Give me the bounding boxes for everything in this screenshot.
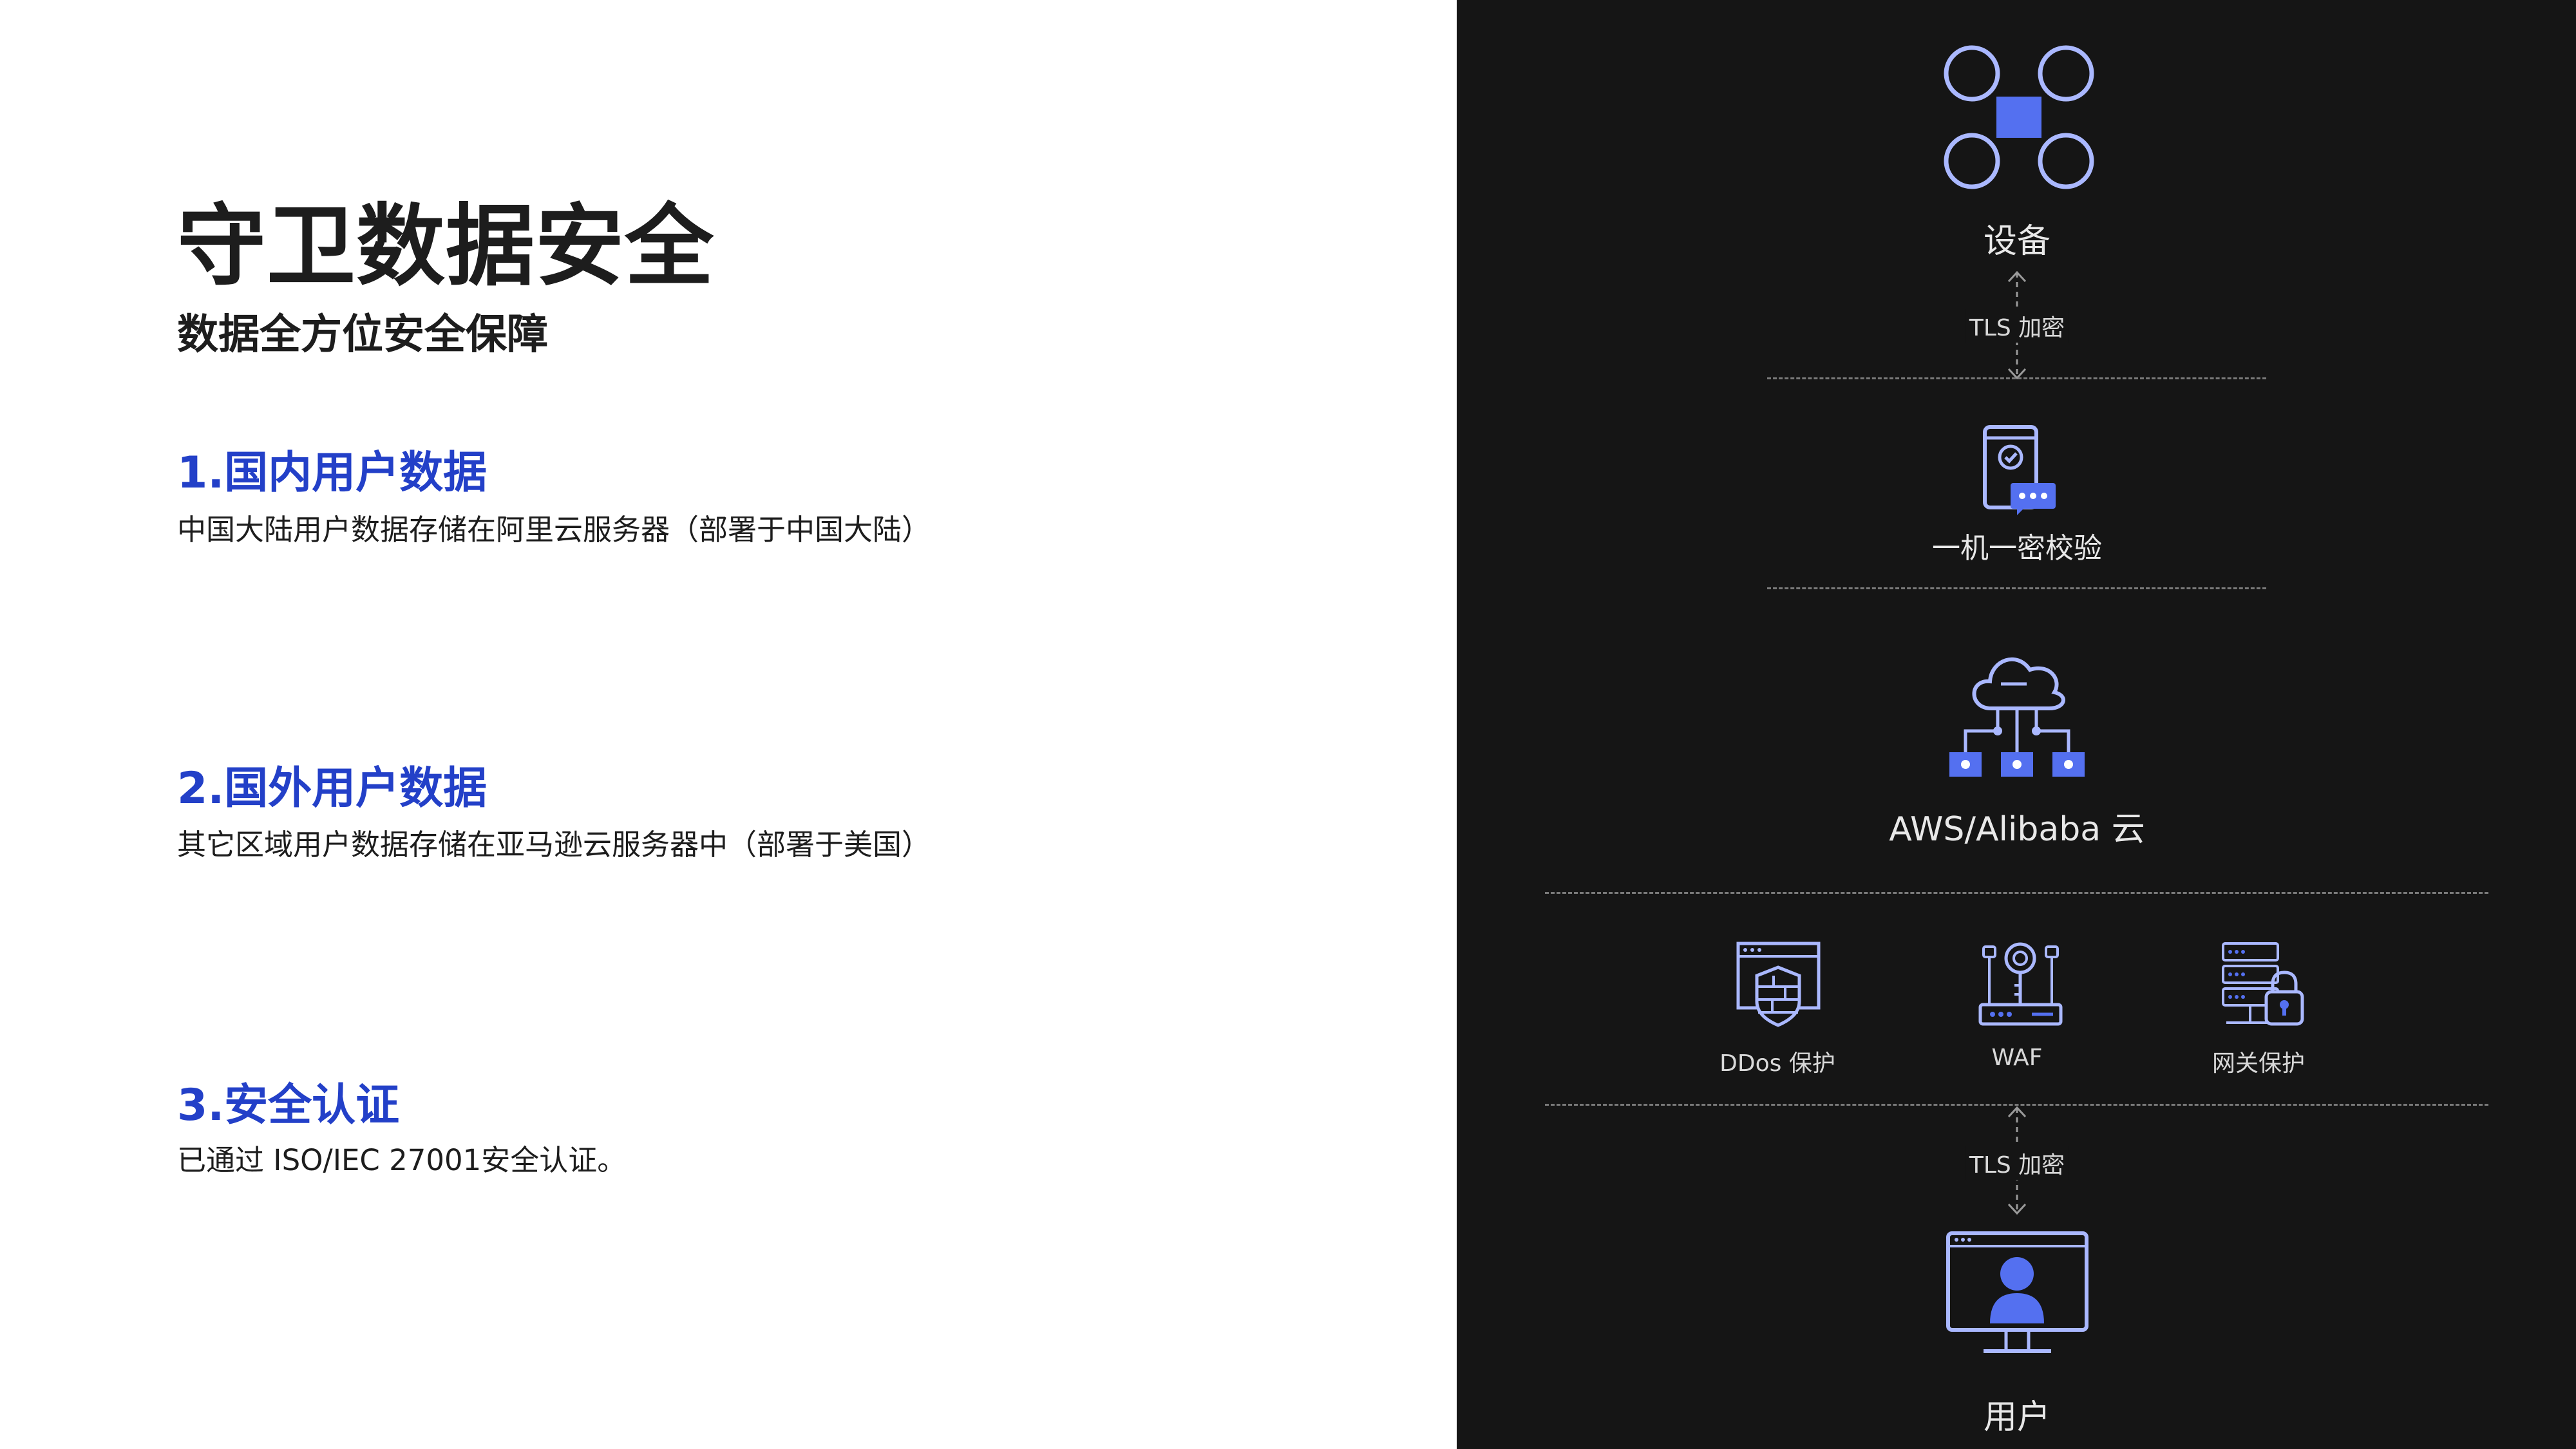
- user-monitor-icon: [1946, 1231, 2088, 1353]
- server-lock-icon: [2222, 942, 2304, 1026]
- protection-label-waf: WAF: [1991, 1045, 2043, 1071]
- protection-label-gateway: 网关保护: [2211, 1050, 2306, 1077]
- cloud-label: AWS/Alibaba 云: [1889, 810, 2145, 849]
- divider-line: [1545, 892, 2488, 894]
- phone-verify-icon: [1983, 425, 2056, 515]
- divider-line: [1767, 587, 2266, 589]
- tls-bottom-label: TLS 加密: [1965, 1146, 2069, 1180]
- protection-label-ddos: DDos 保护: [1719, 1050, 1835, 1077]
- divider-line: [1767, 377, 2266, 379]
- tls-top-label: TLS 加密: [1965, 309, 2069, 343]
- device-icon: [1944, 45, 2094, 189]
- section-overseas-body: 其它区域用户数据存储在亚马逊云服务器中（部署于美国）: [177, 828, 931, 862]
- firewall-shield-icon: [1736, 942, 1821, 1027]
- device-label: 设备: [1983, 222, 2051, 261]
- cloud-network-icon: [1949, 657, 2085, 777]
- section-overseas-heading: 2.国外用户数据: [177, 763, 488, 814]
- section-domestic-heading: 1.国内用户数据: [177, 448, 488, 498]
- section-certification-heading: 3.安全认证: [177, 1080, 400, 1131]
- verify-label: 一机一密校验: [1932, 532, 2102, 565]
- section-domestic-body: 中国大陆用户数据存储在阿里云服务器（部署于中国大陆）: [177, 513, 931, 547]
- left-panel: 守卫数据安全 数据全方位安全保障 1.国内用户数据 中国大陆用户数据存储在阿里云…: [0, 0, 1457, 1449]
- page-title: 守卫数据安全: [177, 194, 715, 298]
- waf-device-icon: [1978, 942, 2063, 1026]
- security-diagram-panel: 设备 TLS 加密 一机一密校验 AWS/Alibaba 云 DDos 保护 W…: [1457, 0, 2576, 1449]
- section-certification-body: 已通过 ISO/IEC 27001安全认证。: [177, 1143, 627, 1177]
- page-subtitle: 数据全方位安全保障: [177, 311, 548, 359]
- user-label: 用户: [1983, 1398, 2051, 1437]
